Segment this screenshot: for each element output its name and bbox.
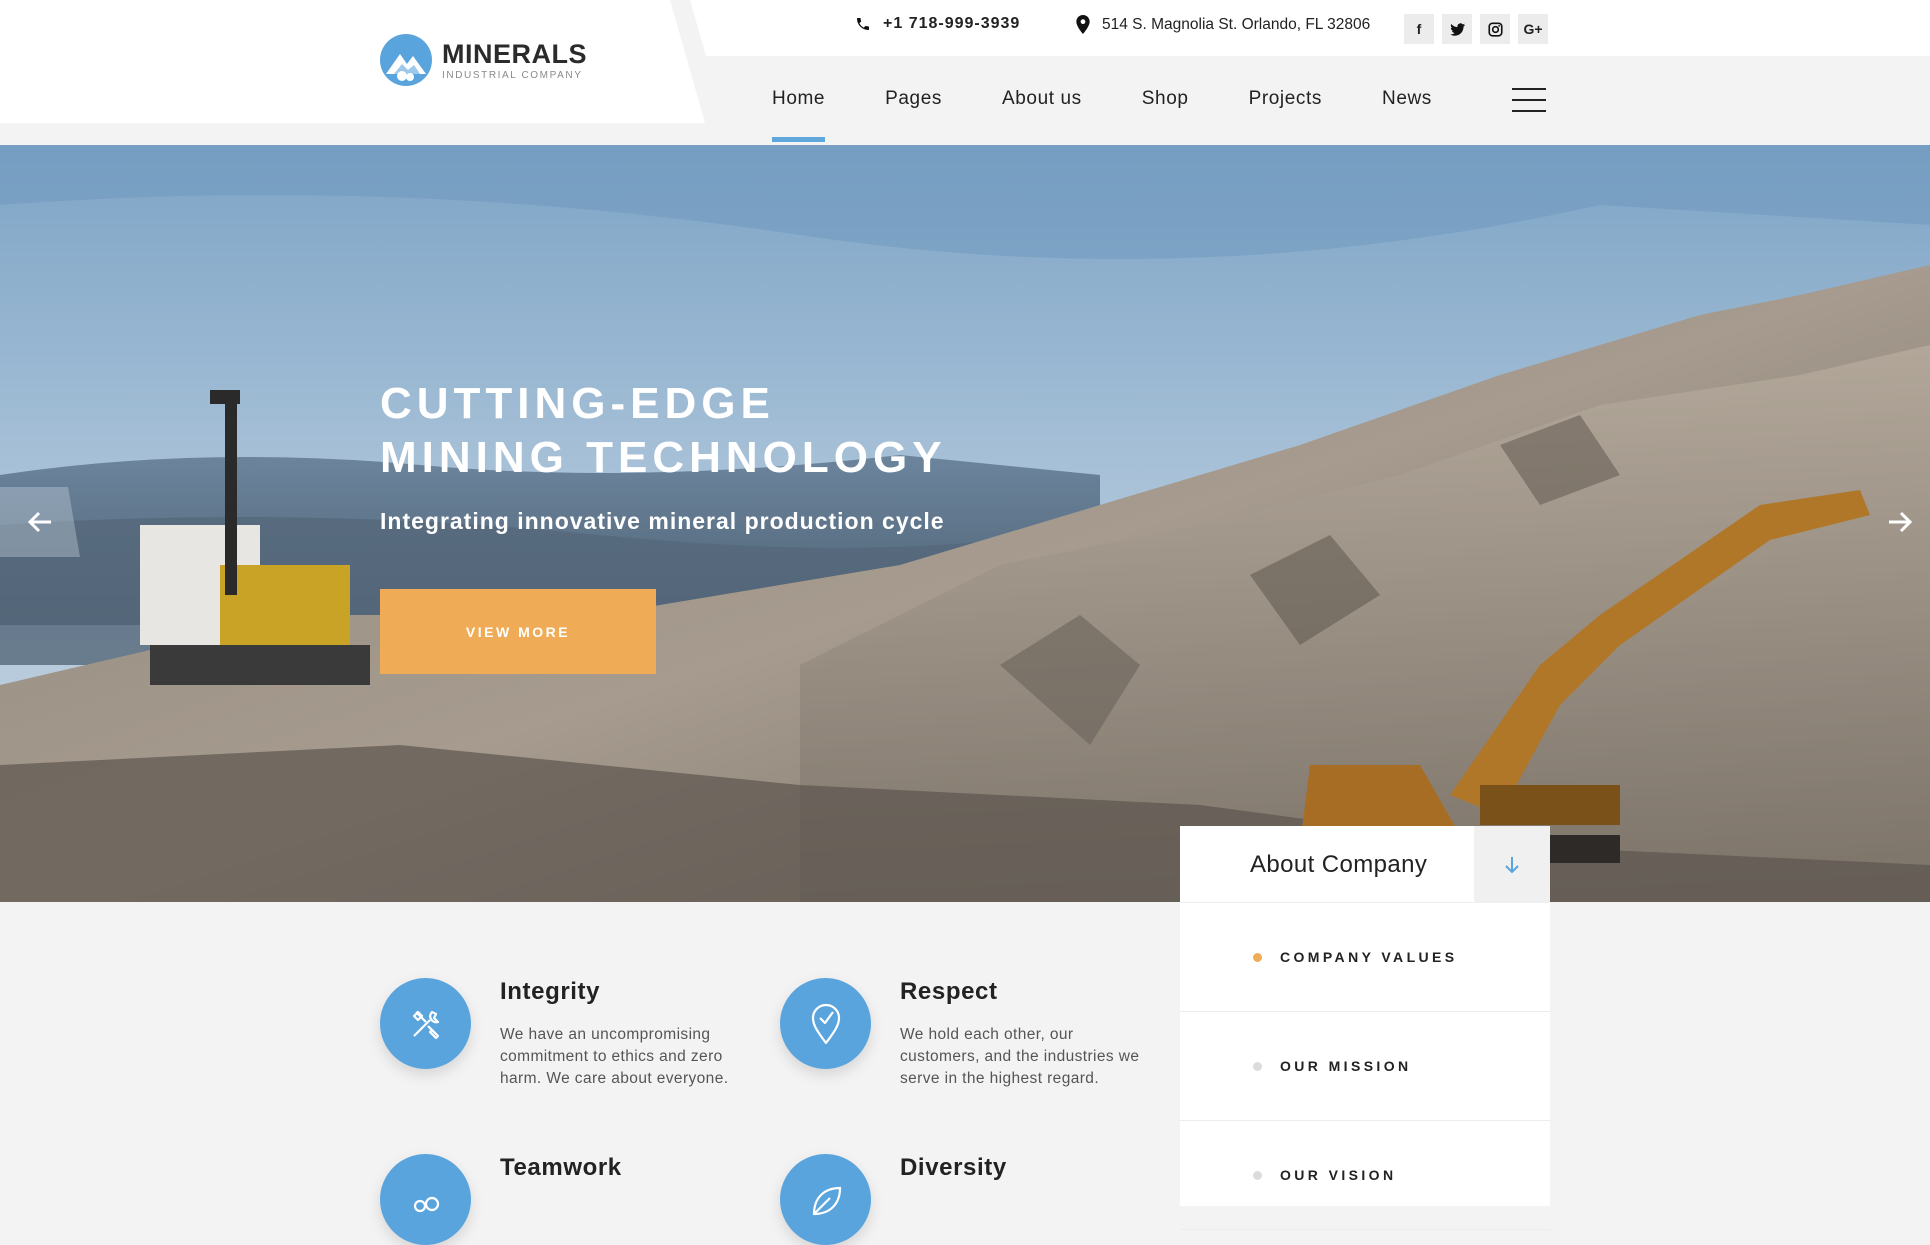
- logo-panel: [0, 0, 705, 123]
- slider-next-arrow-icon[interactable]: [1870, 487, 1930, 557]
- nav-item-news[interactable]: News: [1382, 88, 1432, 110]
- brand-name: MINERALS: [442, 38, 587, 69]
- nav-item-home[interactable]: Home: [772, 88, 826, 142]
- about-company-title: About Company: [1250, 851, 1428, 878]
- hero-title-line-1: CUTTING-EDGE: [380, 379, 775, 428]
- value-title: Respect: [900, 978, 998, 1005]
- address-text: 514 S. Magnolia St. Orlando, FL 32806: [1102, 15, 1371, 33]
- brand-tagline: INDUSTRIAL COMPANY: [442, 69, 583, 81]
- hero-slider: CUTTING-EDGE MINING TECHNOLOGY Integrati…: [0, 145, 1930, 902]
- hero-title-line-2: MINING TECHNOLOGY: [380, 433, 947, 482]
- logo[interactable]: MINERALS INDUSTRIAL COMPANY: [380, 34, 587, 86]
- view-more-button[interactable]: VIEW MORE: [380, 589, 656, 674]
- location-pin-icon: [1076, 15, 1090, 34]
- address-contact: 514 S. Magnolia St. Orlando, FL 32806: [1076, 15, 1370, 34]
- value-title: Integrity: [500, 978, 601, 1005]
- hamburger-menu-icon[interactable]: [1512, 88, 1546, 112]
- about-company-header[interactable]: About Company: [1180, 826, 1550, 903]
- about-tab-label: COMPANY VALUES: [1280, 949, 1458, 965]
- about-tab-label: OUR VISION: [1280, 1167, 1397, 1183]
- instagram-icon[interactable]: [1480, 14, 1510, 44]
- arrow-down-icon[interactable]: [1474, 826, 1550, 903]
- social-links: f G+: [1404, 14, 1548, 44]
- facebook-icon[interactable]: f: [1404, 14, 1434, 44]
- about-tab-our-vision[interactable]: OUR VISION: [1180, 1121, 1550, 1230]
- twitter-icon[interactable]: [1442, 14, 1472, 44]
- dot-icon: [1253, 1061, 1262, 1071]
- hero-subtitle: Integrating innovative mineral productio…: [380, 508, 945, 534]
- quarry-hero-image: [0, 145, 1930, 902]
- hero-title: CUTTING-EDGE MINING TECHNOLOGY: [380, 377, 1080, 485]
- value-text: We hold each other, our customers, and t…: [900, 1026, 1140, 1087]
- about-tab-label: OUR MISSION: [1280, 1058, 1412, 1074]
- mountain-logo-icon: [380, 34, 432, 86]
- value-title: Diversity: [900, 1154, 1007, 1181]
- tools-icon: [380, 978, 471, 1069]
- main-nav: Home Pages About us Shop Projects News: [772, 88, 1492, 142]
- map-pin-check-icon: [780, 978, 871, 1069]
- nav-item-pages[interactable]: Pages: [885, 88, 942, 110]
- active-dot-icon: [1253, 952, 1262, 962]
- dot-icon: [1253, 1170, 1262, 1180]
- slider-prev-arrow-icon[interactable]: [0, 487, 80, 557]
- value-text: We have an uncompromising commitment to …: [500, 1026, 729, 1087]
- google-plus-icon[interactable]: G+: [1518, 14, 1548, 44]
- about-company-panel: About Company COMPANY VALUES OUR MISSION…: [1180, 826, 1550, 1230]
- site-header: MINERALS INDUSTRIAL COMPANY +1 718-999-3…: [0, 0, 1930, 145]
- nav-item-about-us[interactable]: About us: [1002, 88, 1082, 110]
- phone-number: +1 718-999-3939: [883, 15, 1021, 32]
- nav-item-projects[interactable]: Projects: [1249, 88, 1322, 110]
- about-tab-our-mission[interactable]: OUR MISSION: [1180, 1012, 1550, 1121]
- nav-item-shop[interactable]: Shop: [1142, 88, 1189, 110]
- value-title: Teamwork: [500, 1154, 622, 1181]
- phone-icon: [857, 18, 869, 30]
- about-tab-company-values[interactable]: COMPANY VALUES: [1180, 903, 1550, 1012]
- phone-contact[interactable]: +1 718-999-3939: [855, 15, 1020, 33]
